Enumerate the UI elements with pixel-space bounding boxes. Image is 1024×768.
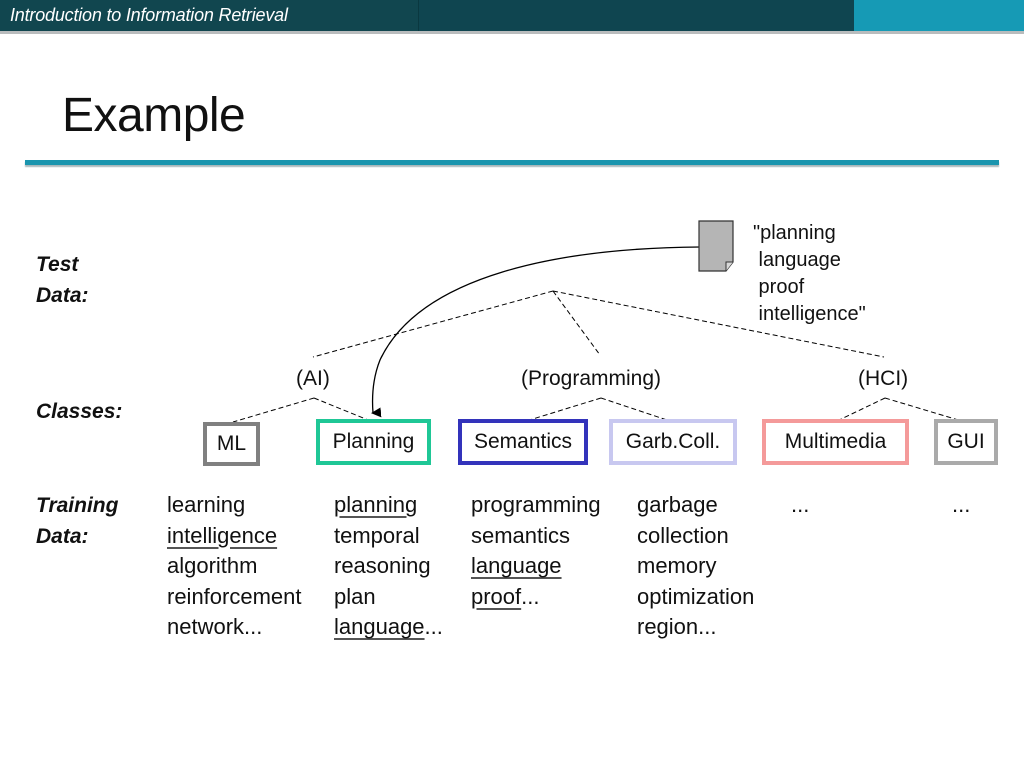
term-suffix: ... <box>521 583 540 609</box>
training-column-garbcoll: garbage collection memory optimization r… <box>637 490 754 643</box>
term: reasoning <box>334 553 431 579</box>
term-underlined: intelligence <box>167 522 278 548</box>
training-column-gui: ... <box>952 490 970 521</box>
class-label-garbcoll: Garb.Coll. <box>625 430 721 453</box>
parent-class-ai: (AI) <box>296 367 330 390</box>
class-label-ml: ML <box>216 432 247 455</box>
training-column-planning: planning temporal reasoning plan languag… <box>334 490 443 643</box>
class-box-garbcoll: Garb.Coll. <box>609 419 737 465</box>
term: garbage <box>637 492 718 517</box>
term: plan <box>334 583 376 609</box>
term: network... <box>167 614 263 640</box>
training-column-ml: learning intelligence algorithm reinforc… <box>167 490 302 643</box>
edge-root-programming <box>552 290 601 356</box>
term: algorithm <box>167 553 258 579</box>
document-icon <box>698 220 734 272</box>
class-box-semantics: Semantics <box>458 419 588 465</box>
class-box-gui: GUI <box>934 419 998 465</box>
term-suffix: ... <box>424 614 443 640</box>
parent-class-hci: (HCI) <box>858 367 909 390</box>
class-box-ml: ML <box>203 422 260 466</box>
term: temporal <box>334 522 420 548</box>
term: programming <box>471 492 601 517</box>
class-label-gui: GUI <box>947 430 985 453</box>
term-underlined: language <box>471 553 562 579</box>
class-label-semantics: Semantics <box>473 430 573 453</box>
class-box-multimedia: Multimedia <box>762 419 909 465</box>
term: ... <box>952 492 971 517</box>
term: collection <box>637 522 729 548</box>
term-underlined: proof <box>471 583 522 609</box>
term: reinforcement <box>167 583 302 609</box>
term: region... <box>637 614 717 640</box>
term: memory <box>637 553 717 579</box>
class-label-multimedia: Multimedia <box>784 430 887 453</box>
test-document-text: "planning language proof intelligence" <box>753 222 866 325</box>
parent-class-programming: (Programming) <box>521 367 662 390</box>
class-box-planning: Planning <box>316 419 431 465</box>
term-underlined: language <box>334 614 425 640</box>
term: semantics <box>471 522 571 548</box>
class-label-planning: Planning <box>332 430 415 453</box>
training-column-multimedia: ... <box>791 490 809 521</box>
term: learning <box>167 492 246 517</box>
term-underlined: planning <box>334 492 418 517</box>
edge-ai-ml <box>232 397 315 423</box>
term: ... <box>791 492 810 517</box>
edge-root-ai <box>312 290 554 358</box>
term: optimization <box>637 583 755 609</box>
training-column-semantics: programming semantics language proof... <box>471 490 601 612</box>
